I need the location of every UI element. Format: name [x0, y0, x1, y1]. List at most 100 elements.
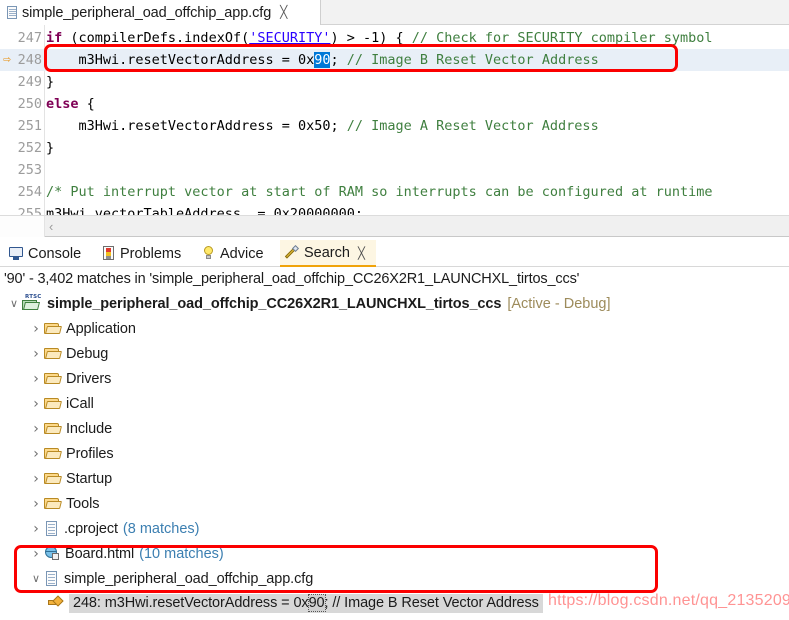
view-tab-label: Console — [28, 245, 82, 262]
code-line-text[interactable]: m3Hwi.resetVectorAddress = 0x90; // Imag… — [46, 49, 599, 71]
close-icon[interactable]: ╳ — [358, 246, 365, 260]
tree-row[interactable]: Startup — [0, 466, 789, 491]
twisty-closed-icon[interactable] — [28, 347, 44, 361]
match-line-number: 248: — [73, 595, 101, 611]
tree-row[interactable]: Debug — [0, 341, 789, 366]
view-tab-console[interactable]: Console — [4, 240, 92, 267]
folder-icon — [44, 396, 62, 411]
twisty-open-icon[interactable] — [6, 298, 22, 309]
code-token: // Image B Reset Vector Address — [346, 52, 599, 68]
code-line[interactable]: 249} — [0, 71, 789, 93]
editor-tab-title: simple_peripheral_oad_offchip_app.cfg — [22, 4, 272, 21]
code-token: (compilerDefs.indexOf( — [62, 30, 250, 46]
folder-icon — [44, 496, 62, 511]
code-line-text[interactable]: m3Hwi.vectorTableAddress = 0x20000000; — [46, 203, 363, 215]
code-line-number: 252 — [17, 140, 42, 156]
match-line-text[interactable]: 248: m3Hwi.resetVectorAddress = 0x90; //… — [69, 594, 543, 613]
code-line[interactable]: 247 if (compilerDefs.indexOf('SECURITY') … — [0, 27, 789, 49]
code-line[interactable]: 253 — [0, 159, 789, 181]
twisty-open-icon[interactable] — [28, 573, 44, 584]
twisty-closed-icon[interactable] — [28, 397, 44, 411]
code-line-number: 255 — [17, 206, 42, 215]
twisty-closed-icon[interactable] — [28, 372, 44, 386]
tree-row[interactable]: Profiles — [0, 441, 789, 466]
search-wand-icon — [284, 244, 300, 260]
code-line[interactable]: 254/* Put interrupt vector at start of R… — [0, 181, 789, 203]
file-icon — [44, 520, 59, 537]
tree-row-label: Tools — [66, 495, 100, 512]
twisty-closed-icon[interactable] — [28, 472, 44, 486]
match-hit: 90 — [307, 594, 326, 612]
chevron-left-icon[interactable]: ‹ — [49, 217, 53, 236]
editor-tab-config-file[interactable]: simple_peripheral_oad_offchip_app.cfg ╳ — [0, 0, 321, 25]
code-line-text[interactable]: /* Put interrupt vector at start of RAM … — [46, 181, 712, 203]
editor-horizontal-scrollbar[interactable]: ‹ — [0, 215, 789, 237]
problems-icon — [101, 246, 116, 261]
code-line[interactable]: 251 m3Hwi.resetVectorAddress = 0x50; // … — [0, 115, 789, 137]
console-icon — [9, 246, 24, 261]
code-token: m3Hwi.resetVectorAddress = 0x50; — [46, 118, 347, 134]
tree-row-match-count: (8 matches) — [122, 520, 200, 537]
code-token: if — [46, 30, 63, 46]
code-line[interactable]: 252} — [0, 137, 789, 159]
tree-row[interactable]: Board.html(10 matches) — [0, 541, 789, 566]
tree-row-label: Board.html — [65, 545, 135, 562]
code-line[interactable]: 250 else { — [0, 93, 789, 115]
search-summary-line: '90' - 3,402 matches in 'simple_peripher… — [4, 271, 580, 287]
tree-row[interactable]: RTSC simple_peripheral_oad_offchip_CC26X2… — [0, 291, 789, 316]
code-line[interactable]: 255 m3Hwi.vectorTableAddress = 0x20000000… — [0, 203, 789, 215]
view-tab-label: Problems — [120, 245, 182, 262]
search-results-tree[interactable]: RTSC simple_peripheral_oad_offchip_CC26X2… — [0, 291, 789, 613]
tree-row[interactable]: Include — [0, 416, 789, 441]
tree-row[interactable]: .cproject(8 matches) — [0, 516, 789, 541]
editor-tab-bar: simple_peripheral_oad_offchip_app.cfg ╳ — [0, 0, 789, 25]
watermark-text: https://blog.csdn.net/qq_21352095 — [548, 592, 789, 609]
tree-row-label: Application — [66, 320, 136, 337]
code-token: m3Hwi.resetVectorAddress = 0x — [46, 52, 315, 68]
folder-icon — [44, 346, 62, 361]
twisty-closed-icon[interactable] — [28, 497, 44, 511]
twisty-closed-icon[interactable] — [28, 447, 44, 461]
match-arrow-icon — [48, 595, 64, 611]
view-tab-advice[interactable]: Advice — [196, 240, 278, 267]
code-line-number: 251 — [17, 118, 42, 134]
selected-text: 90 — [314, 52, 331, 68]
code-token: // Image A Reset Vector Address — [346, 118, 599, 134]
tree-row-label: Include — [66, 420, 113, 437]
view-tab-problems[interactable]: Problems — [96, 240, 192, 267]
code-line-text[interactable]: m3Hwi.resetVectorAddress = 0x50; // Imag… — [46, 115, 599, 137]
tree-row[interactable]: Tools — [0, 491, 789, 516]
code-line-number: 247 — [17, 30, 42, 46]
tree-row-match-count: (10 matches) — [139, 545, 224, 562]
tree-row[interactable]: iCall — [0, 391, 789, 416]
code-line-text[interactable]: else { — [46, 93, 95, 115]
twisty-closed-icon[interactable] — [28, 422, 44, 436]
tree-row[interactable]: simple_peripheral_oad_offchip_app.cfg — [0, 566, 789, 591]
folder-icon — [44, 446, 62, 461]
scrollbar-left-cap — [0, 216, 45, 237]
view-tab-search[interactable]: Search ╳ — [280, 240, 376, 267]
tree-row-label: .cproject — [64, 520, 118, 537]
twisty-closed-icon[interactable] — [28, 322, 44, 336]
code-token: 'SECURITY' — [249, 30, 331, 46]
close-icon[interactable]: ╳ — [280, 6, 287, 18]
folder-icon — [44, 421, 62, 436]
code-line[interactable]: ⇨ 248 m3Hwi.resetVectorAddress = 0x90; //… — [0, 49, 789, 71]
rtsc-project-icon: RTSC — [22, 294, 42, 312]
file-icon — [44, 570, 59, 587]
tree-row-label: Debug — [66, 345, 109, 362]
code-line-text[interactable]: if (compilerDefs.indexOf('SECURITY') > -… — [46, 27, 713, 49]
tree-row-label: iCall — [66, 395, 94, 412]
code-editor[interactable]: 247 if (compilerDefs.indexOf('SECURITY') … — [0, 25, 789, 215]
twisty-closed-icon[interactable] — [28, 547, 44, 561]
code-line-number: 249 — [17, 74, 42, 90]
code-line-text[interactable]: } — [46, 137, 54, 159]
code-line-number: 253 — [17, 162, 42, 178]
tree-row[interactable]: Application — [0, 316, 789, 341]
code-line-text[interactable]: } — [46, 71, 54, 93]
code-line-number: 250 — [17, 96, 42, 112]
twisty-closed-icon[interactable] — [28, 522, 44, 536]
tree-row[interactable]: Drivers — [0, 366, 789, 391]
code-token: { — [78, 96, 95, 112]
folder-icon — [44, 371, 62, 386]
